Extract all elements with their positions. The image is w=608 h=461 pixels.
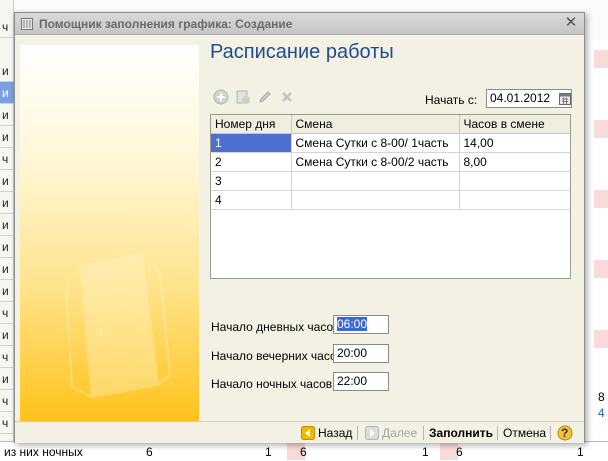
bottom-row-value: 6 — [456, 445, 463, 459]
app-icon — [21, 18, 33, 30]
evening-hours-label: Начало вечерних часов: — [211, 349, 347, 363]
calendar-illustration — [64, 251, 172, 399]
next-button-label: Далее — [382, 426, 418, 440]
next-arrow-icon — [365, 426, 379, 440]
pink-cell — [594, 260, 608, 278]
bg-row: ч — [0, 390, 14, 412]
bg-row: и — [0, 214, 14, 236]
fill-button[interactable]: Заполнить — [429, 425, 493, 441]
bg-row-selected: и — [0, 82, 14, 104]
bottom-row-value: 1 — [577, 445, 584, 459]
table-row[interactable]: 2 Смена Сутки с 8-00/2 часть 8,00 — [211, 152, 570, 172]
bg-row: и — [0, 280, 14, 302]
day-number-cell[interactable]: 3 — [211, 171, 292, 191]
dialog-footer: Назад Далее Заполнить Отмена ? — [15, 421, 584, 443]
hours-cell[interactable]: 14,00 — [459, 133, 570, 153]
help-glyph: ? — [561, 426, 569, 440]
shift-cell[interactable] — [291, 171, 460, 191]
pink-cell — [594, 330, 608, 348]
bottom-row-value: 6 — [146, 445, 153, 459]
bottom-row-value: 6 — [300, 445, 307, 459]
day-number-cell[interactable]: 2 — [211, 152, 292, 172]
start-date-field[interactable]: 04.01.2012 — [486, 89, 572, 108]
column-header-hours[interactable]: Часов в смене — [459, 115, 570, 134]
bottom-row-value: 1 — [265, 445, 272, 459]
bg-row: и — [0, 104, 14, 126]
bg-row: и — [0, 236, 14, 258]
day-hours-label: Начало дневных часов: — [211, 320, 343, 334]
night-hours-input[interactable]: 22:00 — [333, 372, 389, 391]
column-header-day[interactable]: Номер дня — [211, 115, 292, 134]
cancel-button[interactable]: Отмена — [503, 425, 546, 441]
close-icon[interactable]: ✕ — [563, 15, 579, 31]
bg-row: и — [0, 170, 14, 192]
day-number-cell[interactable]: 1 — [211, 133, 292, 153]
next-button[interactable]: Далее — [365, 425, 417, 441]
edit-icon[interactable] — [256, 88, 274, 106]
bottom-row-label: из них ночных — [4, 445, 83, 459]
footer-separator — [550, 426, 551, 440]
calendar-icon[interactable] — [559, 92, 571, 105]
footer-separator — [357, 426, 358, 440]
bg-row: и — [0, 258, 14, 280]
bg-row: ч — [0, 16, 14, 38]
wizard-illustration-panel — [20, 45, 199, 421]
hours-cell[interactable] — [459, 171, 570, 191]
bg-row: ч — [0, 346, 14, 368]
table-row[interactable]: 4 — [211, 190, 570, 210]
page-title: Расписание работы — [210, 41, 394, 63]
day-number-cell[interactable]: 4 — [211, 190, 292, 210]
grid-header-row: Номер дня Смена Часов в смене — [211, 115, 570, 134]
day-hours-input[interactable]: 06:00 — [333, 315, 389, 334]
back-button[interactable]: Назад — [301, 425, 352, 441]
night-hours-value: 22:00 — [337, 374, 368, 388]
pink-cell — [594, 50, 608, 68]
bg-row: и — [0, 126, 14, 148]
pink-cell — [594, 190, 608, 208]
bg-row: и — [0, 192, 14, 214]
shift-cell[interactable]: Смена Сутки с 8-00/2 часть — [291, 152, 460, 172]
bottom-summary-row: из них ночных 6 1 6 1 6 1 — [0, 441, 608, 461]
evening-hours-value: 20:00 — [337, 346, 368, 360]
bg-row: ч — [0, 302, 14, 324]
right-value: 8 — [598, 390, 605, 404]
shift-cell[interactable] — [291, 190, 460, 210]
hours-cell[interactable]: 8,00 — [459, 152, 570, 172]
table-row[interactable]: 1 Смена Сутки с 8-00/ 1часть 14,00 — [211, 133, 570, 153]
hours-cell[interactable] — [459, 190, 570, 210]
night-hours-label: Начало ночных часов: — [211, 377, 336, 391]
footer-separator — [497, 426, 498, 440]
bg-row: ч — [0, 148, 14, 170]
title-bar[interactable]: Помощник заполнения графика: Создание ✕ — [15, 13, 584, 35]
back-button-label: Назад — [318, 426, 353, 440]
schedule-wizard-dialog: Помощник заполнения графика: Создание ✕ — [14, 12, 585, 443]
start-date-value: 04.01.2012 — [490, 91, 551, 105]
delete-icon[interactable] — [278, 88, 296, 106]
pink-cell — [594, 120, 608, 138]
table-row[interactable]: 3 — [211, 171, 570, 191]
bg-row: и — [0, 368, 14, 390]
bg-row: и — [0, 60, 14, 82]
bg-row: ч — [0, 412, 14, 434]
add-icon[interactable] — [212, 88, 230, 106]
schedule-grid[interactable]: Номер дня Смена Часов в смене 1 Смена Су… — [210, 114, 571, 279]
column-header-shift[interactable]: Смена — [291, 115, 460, 134]
right-strip: 8 4 — [584, 40, 608, 450]
back-arrow-icon — [301, 426, 315, 440]
bottom-row-value: 1 — [422, 445, 429, 459]
bg-row: и — [0, 324, 14, 346]
evening-hours-input[interactable]: 20:00 — [333, 344, 389, 363]
day-hours-value: 06:00 — [337, 317, 368, 331]
copy-icon[interactable] — [234, 88, 252, 106]
start-date-label: Начать с: — [425, 93, 478, 107]
right-value: 4 — [598, 406, 605, 420]
shift-cell[interactable]: Смена Сутки с 8-00/ 1часть — [291, 133, 460, 153]
window-title: Помощник заполнения графика: Создание — [39, 17, 293, 31]
footer-separator — [423, 426, 424, 440]
